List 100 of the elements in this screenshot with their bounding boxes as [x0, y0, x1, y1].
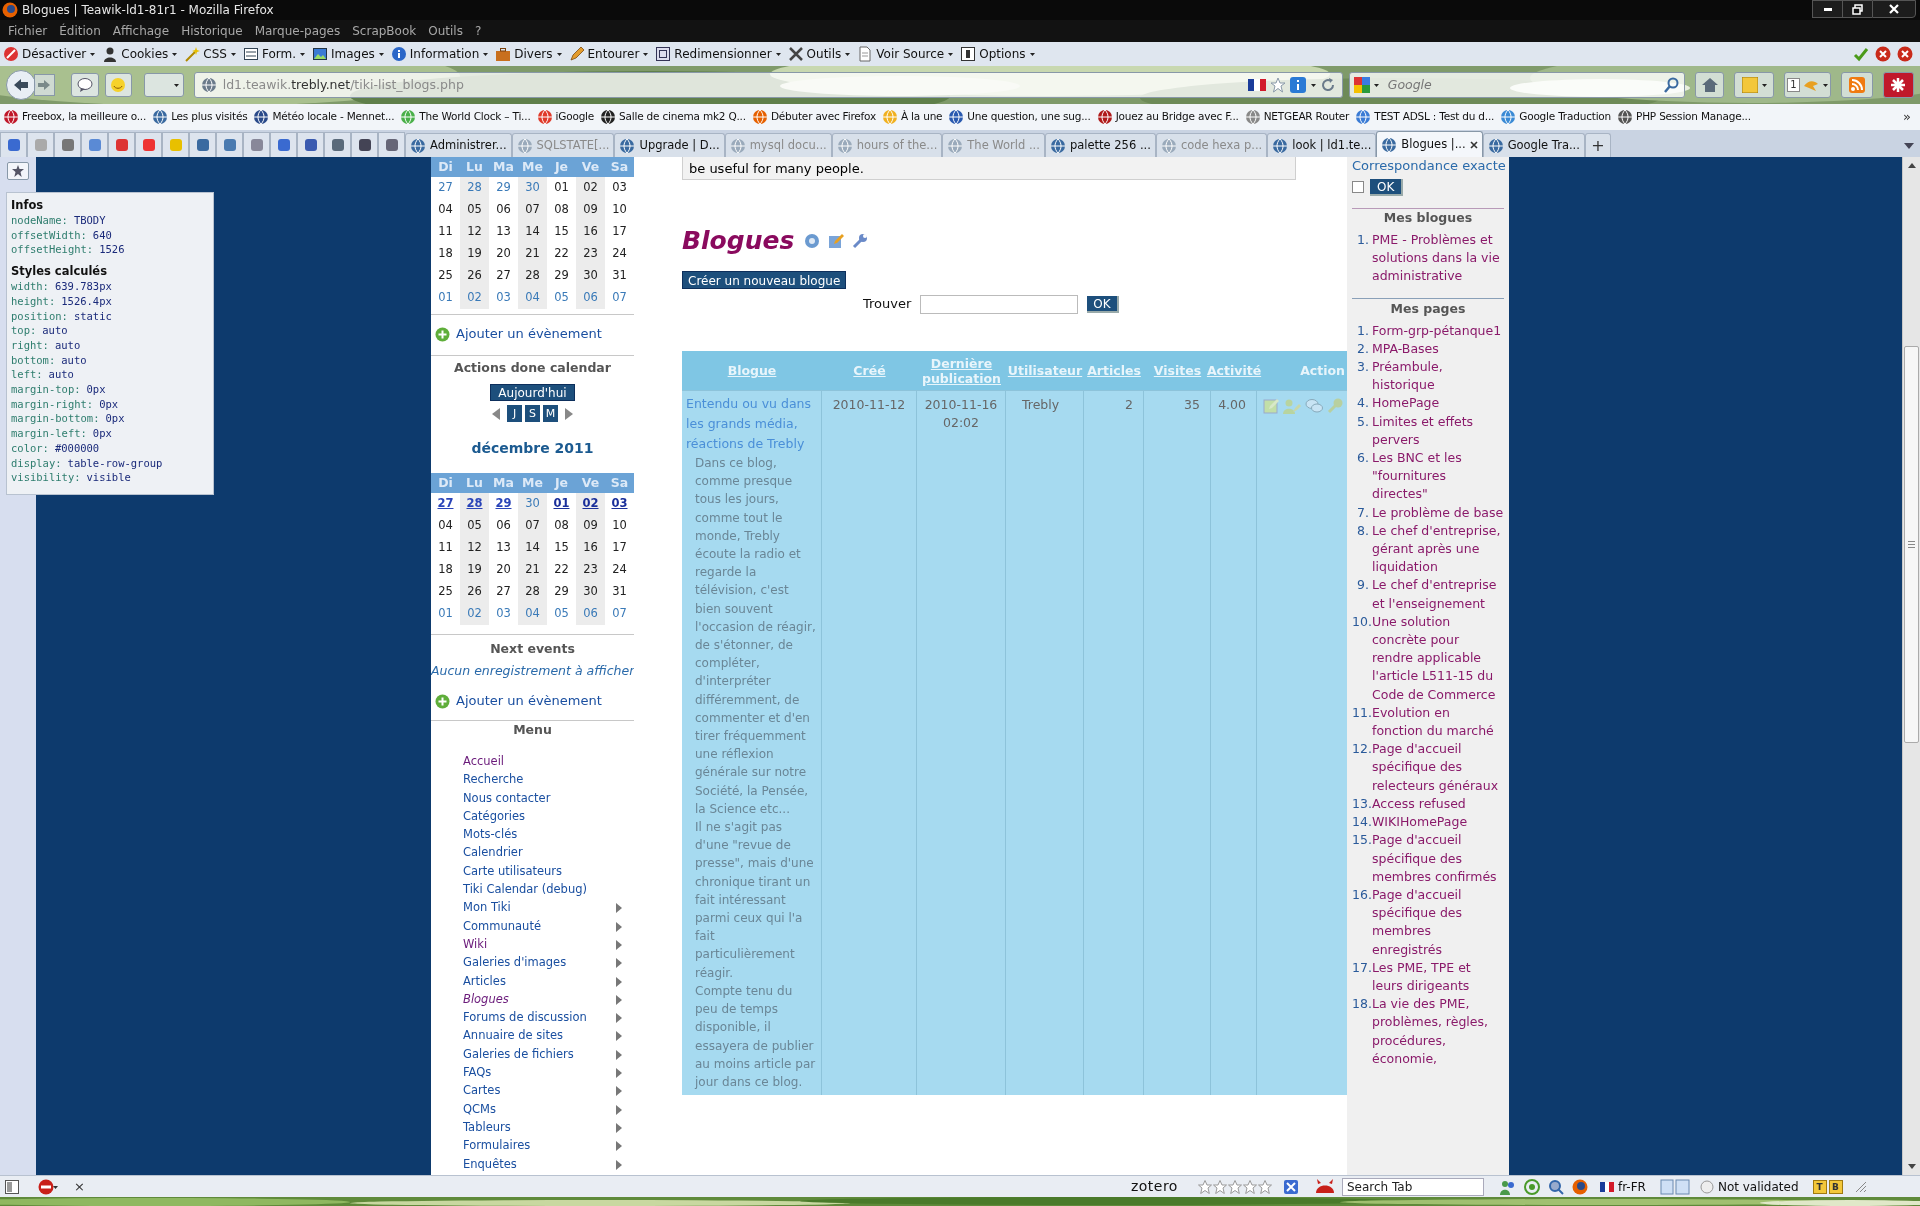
menu-link[interactable]: Articles: [463, 971, 588, 990]
browser-tab[interactable]: palette 256 ...: [1044, 133, 1156, 157]
view-button[interactable]: M: [543, 405, 558, 422]
bookmark-link[interactable]: À la une: [881, 109, 943, 125]
menu-link[interactable]: Mon Tiki: [463, 898, 588, 917]
minimize-button[interactable]: [1812, 0, 1842, 18]
toolbar-menu-button[interactable]: Cookies: [102, 45, 178, 63]
calendar-day[interactable]: 02: [576, 493, 605, 515]
tab-list-button[interactable]: [1904, 143, 1914, 149]
scrollbar[interactable]: [1902, 157, 1920, 1175]
menu-link[interactable]: QCMs: [463, 1099, 588, 1118]
page-link[interactable]: La vie des PME, problèmes, règles, procédures, économie,: [1372, 995, 1504, 1068]
wrench-icon[interactable]: [852, 233, 869, 249]
bookmark-link[interactable]: TEST ADSL : Test du d...: [1355, 109, 1495, 125]
page-link[interactable]: Form-grp-pétanque1: [1372, 321, 1504, 340]
search-tab-field[interactable]: Search Tab: [1341, 1177, 1484, 1196]
rating-stars[interactable]: [1197, 1179, 1272, 1194]
feed-button[interactable]: [1841, 72, 1873, 98]
menu-item[interactable]: Édition: [59, 22, 101, 40]
close-button[interactable]: [1872, 0, 1916, 18]
calendar-day[interactable]: 28: [460, 493, 489, 515]
validation-status[interactable]: Not validated: [1699, 1177, 1799, 1196]
search-input[interactable]: [920, 294, 1079, 314]
next-icon[interactable]: [565, 407, 573, 420]
menu-link[interactable]: Mots-clés: [463, 825, 588, 844]
page-link[interactable]: Les BNC et les "fournitures directes": [1372, 449, 1504, 504]
page-link[interactable]: MPA-Bases: [1372, 339, 1504, 358]
toolbar-button[interactable]: [1882, 72, 1914, 98]
search-field[interactable]: Google: [1348, 72, 1685, 98]
toolbar-menu-button[interactable]: Outils: [787, 45, 851, 63]
menu-item[interactable]: ?: [474, 22, 482, 40]
bookmark-link[interactable]: Météo locale - Mennet...: [253, 109, 395, 125]
page-link[interactable]: Evolution en fonction du marché: [1372, 703, 1504, 741]
home-button[interactable]: [1694, 72, 1725, 98]
search-input[interactable]: Google: [1387, 75, 1661, 95]
menu-item[interactable]: Marque-pages: [254, 22, 341, 40]
bookmark-link[interactable]: iGoogle: [536, 109, 595, 125]
pinned-tab[interactable]: [297, 132, 324, 157]
bookmark-link[interactable]: Les plus visités: [152, 109, 248, 125]
toolbar-menu-button[interactable]: Divers: [495, 45, 562, 63]
browser-tab[interactable]: look | ld1.te...: [1267, 133, 1377, 157]
bookmark-link[interactable]: Salle de cinema mk2 Q...: [600, 109, 746, 125]
menu-link[interactable]: Formulaires: [463, 1136, 588, 1155]
pinned-tab[interactable]: [216, 132, 243, 157]
pinned-tab[interactable]: [108, 132, 135, 157]
page-link[interactable]: PME - Problèmes et solutions dans la vie administrative: [1372, 231, 1504, 286]
bookmark-link[interactable]: The World Clock – Ti...: [400, 109, 531, 125]
menu-link[interactable]: Calendrier: [463, 843, 588, 862]
menu-link[interactable]: Enquêtes: [463, 1154, 588, 1173]
devil-icon[interactable]: [1313, 1178, 1336, 1195]
zotero-logo[interactable]: zotero: [1130, 1176, 1178, 1197]
pinned-tab[interactable]: [189, 132, 216, 157]
add-event-link[interactable]: Ajouter un évènement: [431, 323, 634, 345]
page-link[interactable]: Page d'accueil spécifique des membres enregistrés: [1372, 885, 1504, 959]
bookmark-link[interactable]: PHP Session Manage...: [1617, 109, 1751, 125]
bookmark-link[interactable]: Débuter avec Firefox: [751, 109, 876, 125]
exact-match-checkbox[interactable]: [1352, 181, 1364, 193]
pinned-tab[interactable]: [378, 132, 405, 157]
menu-link[interactable]: Accueil: [463, 752, 588, 771]
pinned-tab[interactable]: [135, 132, 162, 157]
bookmark-link[interactable]: NETGEAR Router: [1244, 109, 1350, 125]
menu-item[interactable]: Affichage: [112, 22, 170, 40]
previous-icon[interactable]: [492, 407, 500, 420]
edit-icon[interactable]: [828, 233, 845, 249]
close-button[interactable]: ×: [74, 1179, 85, 1194]
toolbar-menu-button[interactable]: Form.: [242, 45, 305, 63]
grid-icon[interactable]: [1659, 1178, 1690, 1195]
menu-link[interactable]: Forums de discussion: [463, 1008, 588, 1027]
add-event-link[interactable]: Ajouter un évènement: [431, 690, 634, 712]
menu-item[interactable]: Outils: [428, 22, 463, 40]
menu-link[interactable]: Blogues: [463, 989, 588, 1009]
menu-item[interactable]: Fichier: [8, 22, 48, 40]
pinned-tab[interactable]: [270, 132, 297, 157]
speech-bubbles-icon[interactable]: [1305, 398, 1323, 414]
menu-link[interactable]: Galeries d'images: [463, 953, 588, 972]
view-button[interactable]: J: [507, 405, 522, 422]
menu-link[interactable]: Tiki Calendar (debug): [463, 880, 588, 899]
page-link[interactable]: Une solution concrète pour rendre applicable l'article L511-15 du Code de Commerce: [1372, 612, 1504, 704]
pinned-tab[interactable]: [351, 132, 378, 157]
toolbar-menu-button[interactable]: Information: [390, 45, 489, 63]
today-button[interactable]: Aujourd'hui: [490, 384, 575, 401]
more-bookmarks-button[interactable]: »: [1903, 107, 1917, 127]
pinned-tab[interactable]: [54, 132, 81, 157]
help-icon[interactable]: [804, 233, 821, 249]
panel-icon[interactable]: [4, 1178, 20, 1195]
sidebar-button[interactable]: [7, 162, 29, 180]
toolbar-button[interactable]: [71, 73, 99, 97]
restore-button[interactable]: [1842, 0, 1872, 18]
menu-link[interactable]: Galeries de fichiers: [463, 1044, 588, 1064]
menu-link[interactable]: Nous contacter: [463, 788, 588, 807]
toolbar-menu-button[interactable]: Entourer: [568, 45, 649, 63]
ok-button[interactable]: OK: [1370, 178, 1404, 196]
menu-link[interactable]: Wiki: [463, 934, 588, 954]
menu-link[interactable]: Annuaire de sites: [463, 1026, 588, 1045]
menu-link[interactable]: Carte utilisateurs: [463, 861, 588, 881]
page-link[interactable]: Préambule, historique: [1372, 358, 1504, 395]
menu-link[interactable]: Recherche: [463, 770, 588, 789]
stop-sign-icon[interactable]: [38, 1178, 58, 1195]
magnifier-icon[interactable]: [1547, 1178, 1564, 1195]
ok-button[interactable]: OK: [1087, 295, 1119, 313]
